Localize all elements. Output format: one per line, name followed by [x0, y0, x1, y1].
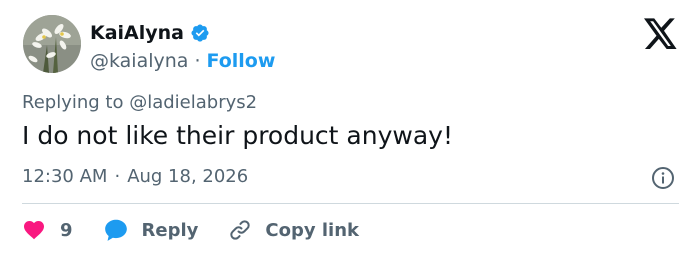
speech-bubble-icon	[104, 219, 127, 241]
handle-row: @kaialyna · Follow	[90, 47, 275, 75]
link-icon	[230, 220, 251, 240]
avatar[interactable]	[23, 15, 81, 73]
divider	[22, 203, 679, 204]
reply-label: Reply	[141, 219, 199, 241]
display-name[interactable]: KaiAlyna	[90, 22, 184, 44]
like-count: 9	[60, 219, 73, 241]
reply-button[interactable]: Reply	[103, 217, 199, 243]
replying-to-label: Replying to	[22, 92, 124, 113]
tweet-time: 12:30 AM	[22, 166, 108, 187]
handle[interactable]: @kaialyna	[90, 50, 188, 72]
like-button[interactable]: 9	[22, 218, 73, 242]
copy-link-label: Copy link	[265, 219, 359, 241]
replying-to: Replying to @ladielabrys2	[22, 92, 257, 113]
tweet-date: Aug 18, 2026	[127, 166, 249, 187]
author-info: KaiAlyna @kaialyna · Follow	[90, 19, 275, 75]
info-icon[interactable]	[651, 166, 675, 190]
action-bar: 9 Reply Copy link	[22, 214, 359, 246]
tweet-text: I do not like their product anyway!	[22, 121, 453, 150]
copy-link-button[interactable]: Copy link	[228, 218, 359, 242]
timestamp-separator: ·	[114, 166, 121, 187]
verified-badge-icon	[191, 24, 209, 42]
avatar-image	[23, 15, 81, 73]
follow-button[interactable]: Follow	[207, 50, 276, 72]
x-logo-icon[interactable]	[644, 18, 678, 50]
handle-separator: ·	[194, 50, 201, 72]
tweet-timestamp[interactable]: 12:30 AM · Aug 18, 2026	[22, 166, 248, 187]
heart-icon	[24, 221, 44, 240]
reply-to-handle[interactable]: @ladielabrys2	[129, 92, 257, 113]
tweet-card: KaiAlyna @kaialyna · Follow Replying to …	[0, 0, 700, 256]
name-row: KaiAlyna	[90, 19, 275, 47]
